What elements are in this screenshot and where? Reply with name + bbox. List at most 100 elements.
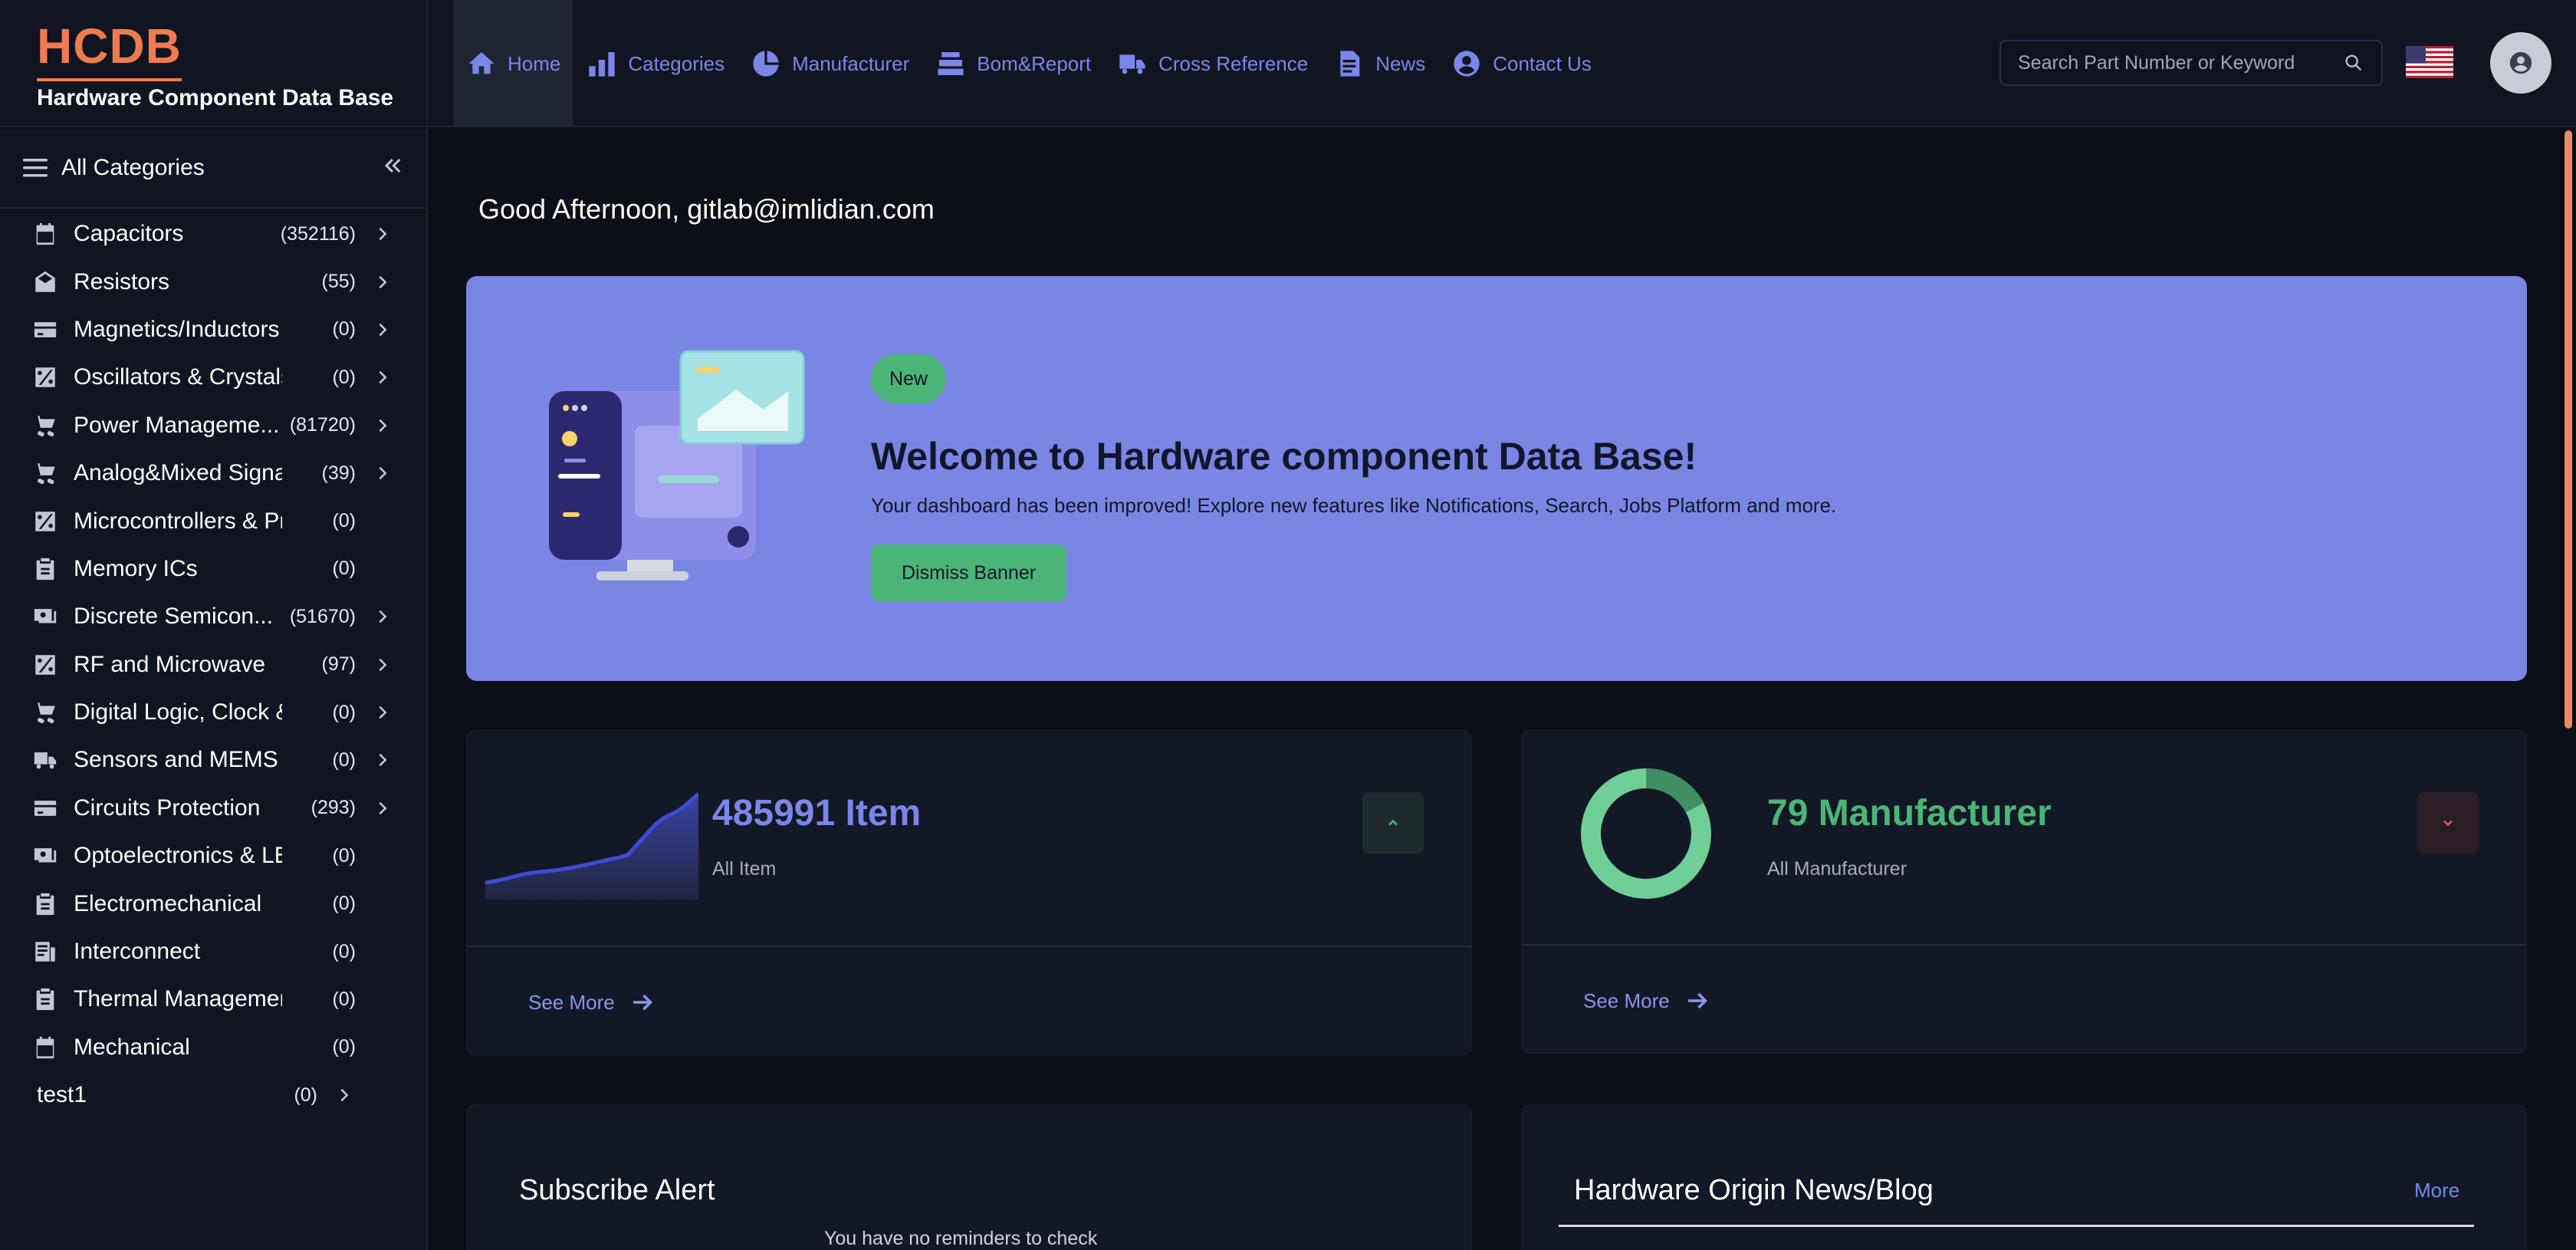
sidebar-item[interactable]: Sensors and MEMS (0)	[0, 736, 426, 784]
sidebar-item[interactable]: Thermal Management (0)	[0, 975, 426, 1023]
search-input[interactable]	[2018, 51, 2343, 74]
mail-open-icon	[35, 271, 55, 292]
news-title-underline	[1559, 1225, 2474, 1227]
sidebar-item[interactable]: Digital Logic, Clock & ...(0)	[0, 689, 426, 736]
nav-cross-reference[interactable]: Cross Reference	[1105, 0, 1320, 127]
sidebar-item[interactable]: Resistors (55)	[0, 258, 426, 305]
sidebar-item-count: (97)	[321, 653, 356, 676]
cart-icon	[34, 463, 55, 485]
sidebar-item[interactable]: test1 (0)	[0, 1071, 426, 1119]
chevron-right-icon[interactable]	[374, 417, 391, 434]
nav-home[interactable]: Home	[454, 0, 573, 127]
chevron-right-icon[interactable]	[374, 321, 391, 338]
nav-manufacturer-label: Manufacturer	[792, 51, 910, 75]
sidebar-item[interactable]: Capacitors (352116)	[0, 210, 426, 258]
manufacturer-card: 79 Manufacturer All Manufacturer See Mor…	[1521, 730, 2527, 1054]
banner-text: Your dashboard has been improved! Explor…	[871, 494, 1837, 517]
sidebar-item-count: (81720)	[289, 414, 356, 436]
home-icon	[468, 52, 495, 74]
chevron-right-icon[interactable]	[374, 656, 391, 673]
items-expand-button[interactable]	[1362, 792, 1424, 854]
sidebar-item[interactable]: Mechanical (0)	[0, 1024, 426, 1071]
sidebar-item[interactable]: Circuits Protection (293)	[0, 785, 426, 832]
nav-bom-report[interactable]: Bom&Report	[923, 0, 1103, 127]
news-more-link[interactable]: More	[2414, 1179, 2459, 1202]
sidebar-item[interactable]: Oscillators & Crystals (0)	[0, 354, 426, 401]
sidebar-item[interactable]: RF and Microwave (97)	[0, 641, 426, 689]
chevron-right-icon[interactable]	[374, 465, 391, 482]
nav-news-label: News	[1375, 51, 1426, 75]
nav-news[interactable]: News	[1322, 0, 1438, 127]
chevron-right-icon[interactable]	[374, 225, 391, 242]
sidebar-item[interactable]: Discrete Semicon... (51670)	[0, 593, 426, 640]
chevron-right-icon[interactable]	[374, 800, 391, 817]
nav-categories[interactable]: Categories	[574, 0, 737, 127]
cash-icon	[34, 609, 57, 623]
nav-manufacturer[interactable]: Manufacturer	[738, 0, 922, 127]
sidebar-item[interactable]: Optoelectronics & LEDs(0)	[0, 832, 426, 880]
items-label: All Item	[712, 858, 777, 880]
nav-bom-report-label: Bom&Report	[977, 51, 1092, 75]
sidebar-item-count: (0)	[332, 940, 356, 962]
main-nav: Home Categories Manufacturer Bom&Report …	[454, 0, 1605, 127]
items-card-divider	[467, 946, 1471, 947]
subscribe-alert-title: Subscribe Alert	[519, 1174, 715, 1206]
search-icon[interactable]	[2343, 52, 2364, 74]
manufacturer-count: 79 Manufacturer	[1767, 793, 2052, 834]
us-flag-icon[interactable]	[2406, 46, 2453, 78]
search-box	[1999, 40, 2383, 86]
nav-contact-us[interactable]: Contact Us	[1439, 0, 1604, 127]
sidebar-header: All Categories	[0, 129, 426, 209]
sidebar-item-count: (0)	[332, 893, 356, 915]
menu-icon[interactable]	[23, 157, 48, 179]
manufacturer-see-more-link[interactable]: See More	[1583, 987, 1711, 1015]
cash-icon	[34, 848, 57, 863]
scrollbar-thumb[interactable]	[2564, 130, 2572, 729]
card-icon	[34, 800, 57, 816]
sidebar-item-count: (0)	[332, 1036, 356, 1058]
clipboard-icon	[36, 893, 54, 915]
chevron-right-icon[interactable]	[374, 274, 391, 291]
chevron-down-icon	[2443, 820, 2453, 827]
sidebar-item[interactable]: Magnetics/Inductors (0)	[0, 306, 426, 354]
user-avatar[interactable]	[2490, 32, 2551, 94]
sidebar-item[interactable]: Electromechanical (0)	[0, 880, 426, 927]
chevron-right-icon[interactable]	[374, 608, 391, 625]
clipboard-icon	[36, 558, 54, 581]
item-trend-sparkline	[485, 792, 698, 900]
manufacturer-label: All Manufacturer	[1767, 858, 1907, 880]
items-see-more-label: See More	[528, 990, 615, 1014]
stack-icon	[938, 52, 964, 75]
items-see-more-link[interactable]: See More	[528, 988, 656, 1016]
brand: HCDB Hardware Component Data Base	[0, 0, 428, 127]
chevron-right-icon[interactable]	[374, 752, 391, 768]
dismiss-banner-button[interactable]: Dismiss Banner	[871, 544, 1067, 601]
truck-icon	[1119, 54, 1145, 74]
new-badge: New	[871, 354, 947, 403]
chevron-right-icon[interactable]	[374, 369, 391, 386]
greeting: Good Afternoon, gitlab@imlidian.com	[478, 193, 935, 225]
page-scrollbar[interactable]	[2562, 129, 2574, 1250]
welcome-banner: New Welcome to Hardware component Data B…	[466, 276, 2527, 681]
chevron-right-icon[interactable]	[374, 704, 391, 721]
sidebar-item[interactable]: Interconnect (0)	[0, 928, 426, 975]
manufacturer-see-more-label: See More	[1583, 988, 1670, 1012]
sidebar-title: All Categories	[61, 155, 205, 180]
collapse-icon[interactable]	[380, 153, 405, 178]
sidebar-item[interactable]: Analog&Mixed Signa...(39)	[0, 449, 426, 497]
sidebar-item-count: (0)	[332, 558, 356, 580]
brand-logo[interactable]: HCDB	[37, 17, 182, 81]
percent-icon	[35, 367, 55, 388]
manufacturer-expand-button[interactable]	[2417, 792, 2479, 854]
sidebar-item[interactable]: Microcontrollers & Pr... (0)	[0, 497, 426, 544]
news-card: Hardware Origin News/Blog More	[1521, 1104, 2527, 1250]
chevron-right-icon[interactable]	[336, 1087, 353, 1104]
sidebar-item-count: (0)	[332, 318, 356, 340]
category-list: Capacitors (352116) Resistors (55) Magnetics…	[0, 209, 426, 1119]
card-icon	[34, 322, 57, 337]
sidebar-item[interactable]: Memory ICs (0)	[0, 545, 426, 593]
items-card: 485991 Item All Item See More	[466, 730, 1472, 1055]
manufacturer-donut-chart	[1581, 768, 1711, 899]
subscribe-alert-note: You have no reminders to check	[824, 1228, 1098, 1249]
sidebar-item[interactable]: Power Manageme... (81720)	[0, 402, 426, 449]
